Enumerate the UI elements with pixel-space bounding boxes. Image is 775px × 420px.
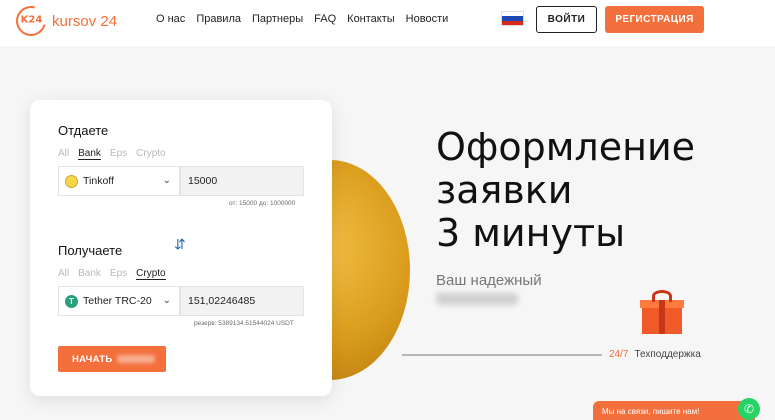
give-limits: от: 15000 до: 1000000 — [229, 200, 296, 207]
logo-text: kursov 24 — [52, 12, 118, 30]
nav-rules[interactable]: Правила — [196, 13, 241, 25]
divider — [402, 354, 602, 356]
receive-currency-select[interactable]: T Tether TRC-20 ⌄ — [58, 286, 180, 316]
receive-tabs: All Bank Eps Crypto — [58, 268, 166, 280]
support-hours: 24/7 — [609, 349, 629, 360]
nav-news[interactable]: Новости — [406, 13, 449, 25]
receive-tab-all[interactable]: All — [58, 268, 69, 280]
site-header: K24 kursov 24 О нас Правила Партнеры FAQ… — [0, 0, 775, 46]
receive-currency-label: Tether TRC-20 — [83, 295, 152, 307]
logo-icon: K24 — [10, 0, 52, 42]
tether-coin-icon: T — [65, 294, 78, 308]
receive-title: Получаете — [58, 243, 123, 258]
blurred-text — [436, 293, 518, 305]
start-button[interactable]: НАЧАТЬ — [58, 346, 166, 372]
logo[interactable]: K24 kursov 24 — [10, 0, 118, 42]
nav-about[interactable]: О нас — [156, 13, 185, 25]
receive-tab-bank[interactable]: Bank — [78, 268, 101, 280]
hero-tagline: Ваш надежный — [436, 272, 542, 289]
give-tab-eps[interactable]: Eps — [110, 148, 127, 160]
whatsapp-icon[interactable]: ✆ — [738, 398, 760, 420]
nav-faq[interactable]: FAQ — [314, 13, 336, 25]
start-button-label: НАЧАТЬ — [72, 353, 113, 365]
receive-reserve: резерв: 5389134.51544024 USDT — [194, 320, 294, 327]
swap-arrows-icon[interactable]: ⇵ — [174, 235, 188, 253]
gift-icon — [640, 290, 684, 334]
register-button[interactable]: РЕГИСТРАЦИЯ — [605, 6, 704, 33]
language-flag-icon[interactable] — [501, 11, 524, 26]
receive-tab-eps[interactable]: Eps — [110, 268, 127, 280]
give-tab-bank[interactable]: Bank — [78, 148, 101, 160]
chevron-down-icon: ⌄ — [162, 295, 171, 306]
give-tab-crypto[interactable]: Crypto — [136, 148, 165, 160]
tinkoff-coin-icon — [65, 174, 78, 188]
support-text: Техподдержка — [634, 349, 701, 360]
give-currency-select[interactable]: Tinkoff ⌄ — [58, 166, 180, 196]
nav-partners[interactable]: Партнеры — [252, 13, 303, 25]
nav-contacts[interactable]: Контакты — [347, 13, 395, 25]
receive-amount-input[interactable]: 151,02246485 — [180, 286, 304, 316]
receive-tab-crypto[interactable]: Crypto — [136, 268, 166, 280]
chat-widget[interactable]: Мы на связи, пишите нам! — [593, 401, 755, 420]
hero-heading: Оформление заявки 3 минуты — [436, 126, 695, 255]
give-tab-all[interactable]: All — [58, 148, 69, 160]
login-button[interactable]: ВОЙТИ — [536, 6, 597, 33]
give-currency-label: Tinkoff — [83, 175, 114, 187]
give-amount-input[interactable]: 15000 — [180, 166, 304, 196]
give-title: Отдаете — [58, 123, 109, 138]
hero-line: Оформление — [436, 125, 696, 169]
chevron-down-icon: ⌄ — [162, 175, 171, 186]
hero-line: заявки — [436, 168, 573, 212]
give-tabs: All Bank Eps Crypto — [58, 148, 166, 160]
main-nav: О нас Правила Партнеры FAQ Контакты Ново… — [156, 13, 459, 25]
hero-line: 3 минуты — [436, 211, 626, 255]
blurred-text — [116, 355, 155, 363]
support-label[interactable]: 24/7 Техподдержка — [609, 349, 701, 360]
